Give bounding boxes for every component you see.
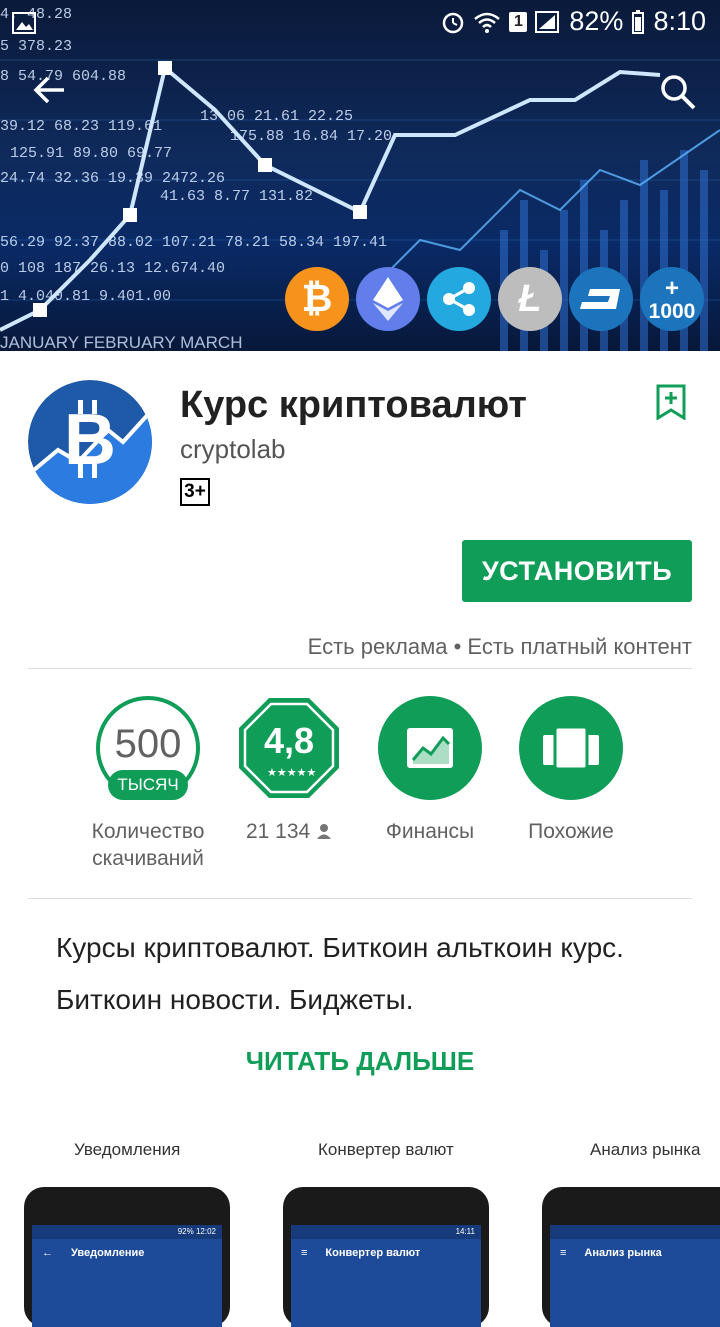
- menu-icon: ≡: [560, 1247, 567, 1259]
- downloads-stat: 500 ТЫСЯЧ Количество скачиваний: [78, 696, 218, 872]
- svg-text:JANUARY FEBRUARY MARCH: JANUARY FEBRUARY MARCH: [0, 333, 242, 351]
- ethereum-icon: [356, 267, 420, 331]
- screenshot-caption: Конвертер валют: [318, 1140, 454, 1159]
- screenshot-status: 92% 12:02: [32, 1225, 222, 1239]
- svg-text:13.06 21.61 22.25: 13.06 21.61 22.25: [200, 108, 353, 125]
- wifi-icon: [474, 12, 501, 33]
- divider: [28, 898, 692, 899]
- screenshot-thumbnail[interactable]: 92% 12:02 ← Уведомление: [24, 1187, 230, 1327]
- litecoin-icon: Ł: [498, 267, 562, 331]
- clock: 8:10: [653, 6, 706, 36]
- screenshot-thumbnail[interactable]: 14:11 ≡ Конвертер валют: [283, 1187, 489, 1327]
- status-bar: 1 82% 8:10: [0, 0, 720, 46]
- screenshot-caption: Уведомления: [74, 1140, 181, 1159]
- svg-text:24.74 32.36 19.39 2472.26: 24.74 32.36 19.39 2472.26: [0, 170, 225, 187]
- back-arrow-icon: ←: [42, 1247, 53, 1259]
- more-coins-badge: + 1000: [640, 267, 704, 331]
- downloads-unit: ТЫСЯЧ: [108, 770, 188, 800]
- screenshot-bar-title: Конвертер валют: [325, 1247, 421, 1259]
- svg-text:175.88 16.84 17.20: 175.88 16.84 17.20: [230, 128, 392, 145]
- bitcoin-icon: ₿: [285, 267, 349, 331]
- hero-banner: 4. 48.28 5 378.23 8 54.79 604.88 39.12 68.…: [0, 0, 720, 351]
- downloads-count: 500: [114, 722, 182, 766]
- review-count: 21 134: [245, 820, 311, 843]
- battery-percent: 82%: [569, 6, 624, 36]
- battery-icon: [632, 9, 645, 34]
- app-description: Курсы криптовалют. Биткоин альткоин курс…: [56, 932, 624, 1015]
- signal-icon: [535, 10, 560, 33]
- image-notification-icon: [12, 12, 36, 34]
- age-rating-badge: 3+: [180, 478, 210, 506]
- alarm-icon: [443, 12, 464, 33]
- menu-icon: ≡: [301, 1247, 308, 1259]
- category-stat[interactable]: Финансы: [360, 696, 500, 845]
- screenshot-bar-title: Уведомление: [71, 1247, 145, 1259]
- category-label: Финансы: [385, 820, 475, 843]
- similar-label: Похожие: [528, 820, 614, 843]
- app-title: Курс криптовалют: [180, 384, 527, 426]
- svg-text:B: B: [64, 400, 116, 480]
- svg-text:1 4.040.81 9.401.00: 1 4.040.81 9.401.00: [0, 288, 171, 305]
- rating-value: 4,8: [263, 720, 315, 761]
- install-button[interactable]: УСТАНОВИТЬ: [462, 540, 692, 602]
- svg-text:125.91 89.80 69.77: 125.91 89.80 69.77: [10, 145, 172, 162]
- svg-text:★★★★★: ★★★★★: [267, 766, 316, 779]
- downloads-label: Количество скачиваний: [91, 820, 205, 870]
- back-arrow-icon[interactable]: [30, 70, 70, 110]
- read-more-button[interactable]: ЧИТАТЬ ДАЛЬШЕ: [0, 1046, 720, 1077]
- similar-stat[interactable]: Похожие: [501, 696, 641, 845]
- person-icon: [317, 824, 332, 839]
- dash-icon: [569, 267, 633, 331]
- sim-badge: 1: [509, 11, 528, 32]
- svg-text:39.12 68.23 119.61: 39.12 68.23 119.61: [0, 118, 162, 135]
- wishlist-bookmark-icon[interactable]: [656, 384, 686, 420]
- developer-link[interactable]: cryptolab: [180, 434, 286, 465]
- screenshot-bar-title: Анализ рынка: [584, 1247, 662, 1259]
- screenshot-status: 14:11: [291, 1225, 481, 1239]
- screenshot-status: [550, 1225, 720, 1239]
- divider: [28, 668, 692, 669]
- rating-stat[interactable]: ★★★★★ 4,8 21 134: [219, 696, 359, 845]
- svg-text:41.63 8.77 131.82: 41.63 8.77 131.82: [160, 188, 313, 205]
- similar-apps-icon: [543, 725, 599, 771]
- search-icon[interactable]: [658, 72, 698, 112]
- ripple-icon: [427, 267, 491, 331]
- finance-category-icon: [407, 728, 453, 768]
- screenshot-thumbnail[interactable]: ≡ Анализ рынка: [542, 1187, 720, 1327]
- rating-reviews: 21 134: [219, 818, 359, 845]
- svg-text:56.29 92.37 88.02 107.21 7: 56.29 92.37 88.02 107.21 78.21 58.34 197…: [0, 234, 387, 251]
- app-icon: B: [28, 380, 152, 504]
- ads-notice: Есть реклама • Есть платный контент: [307, 634, 692, 659]
- screenshot-caption: Анализ рынка: [590, 1140, 701, 1159]
- svg-text:0 108 187 26.13 12.674.40: 0 108 187 26.13 12.674.40: [0, 260, 225, 277]
